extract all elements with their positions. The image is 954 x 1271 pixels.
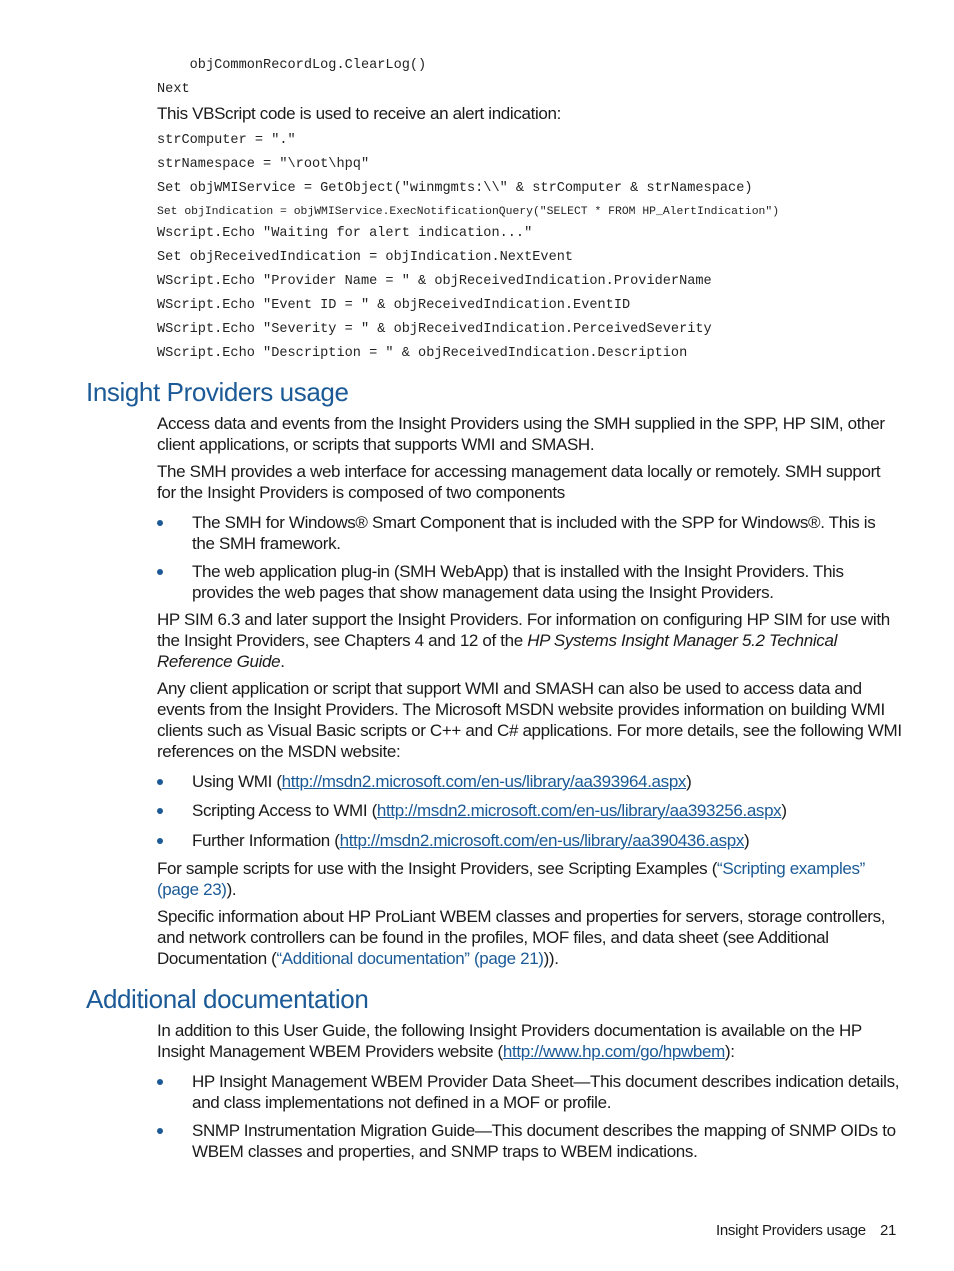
list-item-text: Scripting Access to WMI ( (192, 801, 377, 820)
code-line: WScript.Echo "Event ID = " & objReceived… (157, 298, 631, 313)
text: ) (686, 772, 692, 791)
paragraph: In addition to this User Guide, the foll… (157, 1020, 902, 1062)
code-line: WScript.Echo "Provider Name = " & objRec… (157, 274, 712, 289)
list-item: Scripting Access to WMI (http://msdn2.mi… (157, 800, 902, 821)
bullet-icon (157, 838, 163, 844)
text: ). (226, 880, 237, 899)
list-item-text: Further Information ( (192, 831, 340, 850)
list-item: Further Information (http://msdn2.micros… (157, 830, 902, 851)
bullet-icon (157, 808, 163, 814)
list-item: The SMH for Windows® Smart Component tha… (157, 512, 902, 554)
paragraph: HP SIM 6.3 and later support the Insight… (157, 609, 902, 672)
list-item-text: The SMH for Windows® Smart Component tha… (192, 513, 876, 553)
list-item-text: Using WMI ( (192, 772, 282, 791)
list-item-text: SNMP Instrumentation Migration Guide—Thi… (192, 1121, 896, 1161)
code-line: strNamespace = "\root\hpq" (157, 157, 370, 172)
bullet-icon (157, 779, 163, 785)
msdn-link-further-information[interactable]: http://msdn2.microsoft.com/en-us/library… (340, 831, 745, 850)
paragraph: For sample scripts for use with the Insi… (157, 858, 902, 900)
hpwbem-link[interactable]: http://www.hp.com/go/hpwbem (503, 1042, 725, 1061)
bullet-icon (157, 520, 163, 526)
msdn-link-scripting-access[interactable]: http://msdn2.microsoft.com/en-us/library… (377, 801, 782, 820)
bullet-icon (157, 1128, 163, 1134)
text: ) (744, 831, 750, 850)
code-line: objCommonRecordLog.ClearLog() (157, 58, 427, 73)
code-line: WScript.Echo "Severity = " & objReceived… (157, 322, 712, 337)
paragraph: Specific information about HP ProLiant W… (157, 906, 902, 969)
section-heading-additional-documentation: Additional documentation (86, 984, 369, 1014)
code-line: Wscript.Echo "Waiting for alert indicati… (157, 226, 533, 241)
list-item: SNMP Instrumentation Migration Guide—Thi… (157, 1120, 902, 1162)
list-item: Using WMI (http://msdn2.microsoft.com/en… (157, 771, 902, 792)
intro-text: This VBScript code is used to receive an… (157, 104, 561, 123)
code-line: Next (157, 82, 190, 97)
msdn-link-using-wmi[interactable]: http://msdn2.microsoft.com/en-us/library… (282, 772, 687, 791)
xref-additional-documentation[interactable]: “Additional documentation” (page 21) (276, 949, 543, 968)
list-item-text: The web application plug-in (SMH WebApp)… (192, 562, 844, 602)
text: ) (781, 801, 787, 820)
footer-section-title: Insight Providers usage (716, 1222, 866, 1239)
code-line: Set objReceivedIndication = objIndicatio… (157, 250, 574, 265)
text: . (280, 652, 285, 671)
list-item: The web application plug-in (SMH WebApp)… (157, 561, 902, 603)
code-line: Set objWMIService = GetObject("winmgmts:… (157, 181, 753, 196)
section-heading-insight-providers-usage: Insight Providers usage (86, 377, 349, 407)
list-item: HP Insight Management WBEM Provider Data… (157, 1071, 902, 1113)
paragraph: The SMH provides a web interface for acc… (157, 462, 881, 502)
page-number: 21 (880, 1222, 897, 1239)
list-item-text: HP Insight Management WBEM Provider Data… (192, 1072, 900, 1112)
code-line: Set objIndication = objWMIService.ExecNo… (157, 206, 780, 218)
paragraph: Access data and events from the Insight … (157, 414, 885, 454)
paragraph: Any client application or script that su… (157, 679, 902, 761)
bullet-icon (157, 569, 163, 575)
bullet-icon (157, 1079, 163, 1085)
code-line: WScript.Echo "Description = " & objRecei… (157, 346, 688, 361)
text: For sample scripts for use with the Insi… (157, 859, 718, 878)
text: )). (543, 949, 559, 968)
code-line: strComputer = "." (157, 133, 296, 148)
text: ): (724, 1042, 735, 1061)
